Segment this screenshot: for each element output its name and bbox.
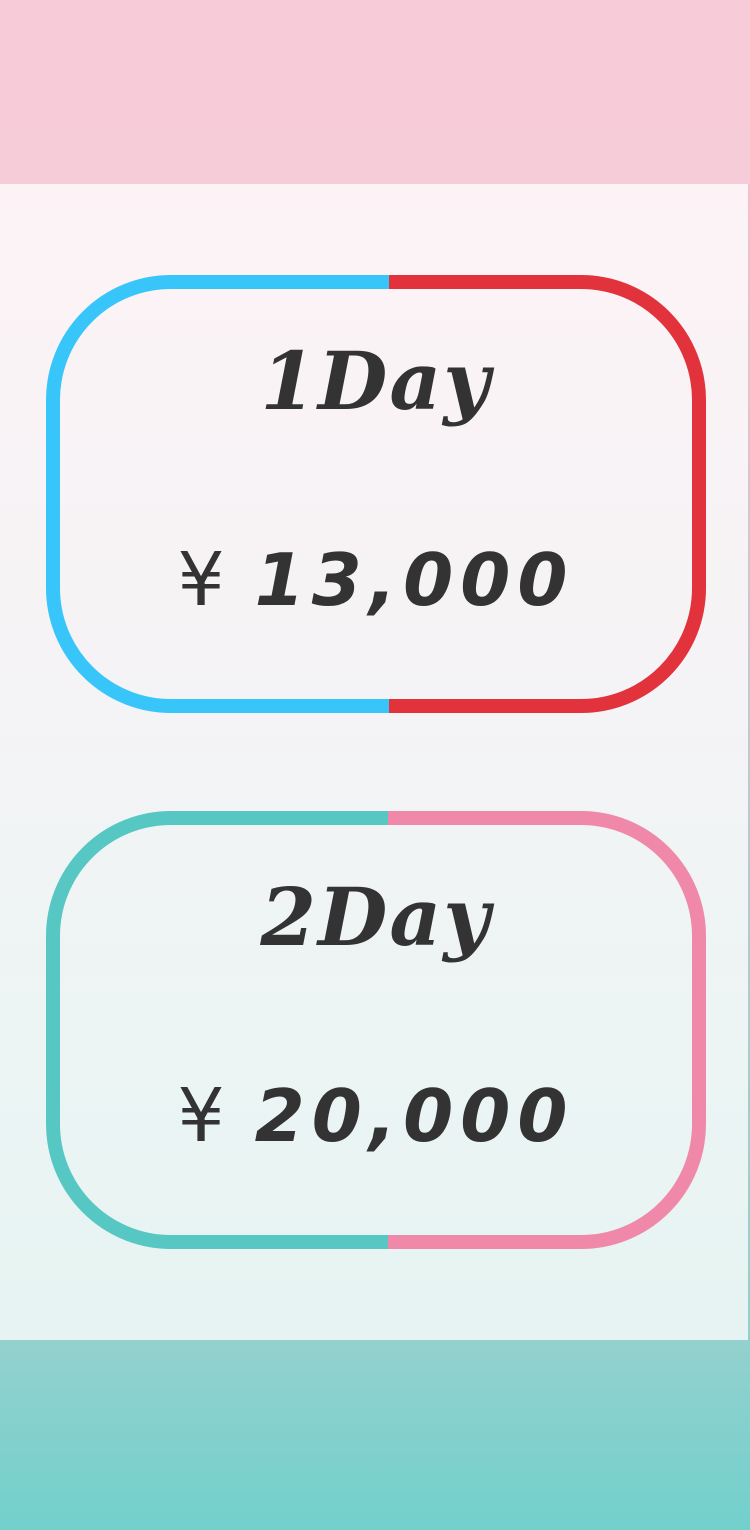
plan-title: 1Day: [260, 334, 492, 428]
bottom-banner: [0, 1340, 750, 1530]
price-amount: 20,000: [254, 1074, 575, 1158]
price-amount: 13,000: [254, 538, 575, 622]
plan-card-1day[interactable]: 1Day ¥13,000: [46, 275, 706, 713]
plan-card-2day[interactable]: 2Day ¥20,000: [46, 811, 706, 1249]
currency-symbol: ¥: [177, 1073, 225, 1159]
top-banner: [0, 0, 750, 184]
currency-symbol: ¥: [177, 537, 225, 623]
plan-price: ¥20,000: [46, 1079, 706, 1153]
plan-title: 2Day: [260, 870, 492, 964]
plan-price: ¥13,000: [46, 543, 706, 617]
